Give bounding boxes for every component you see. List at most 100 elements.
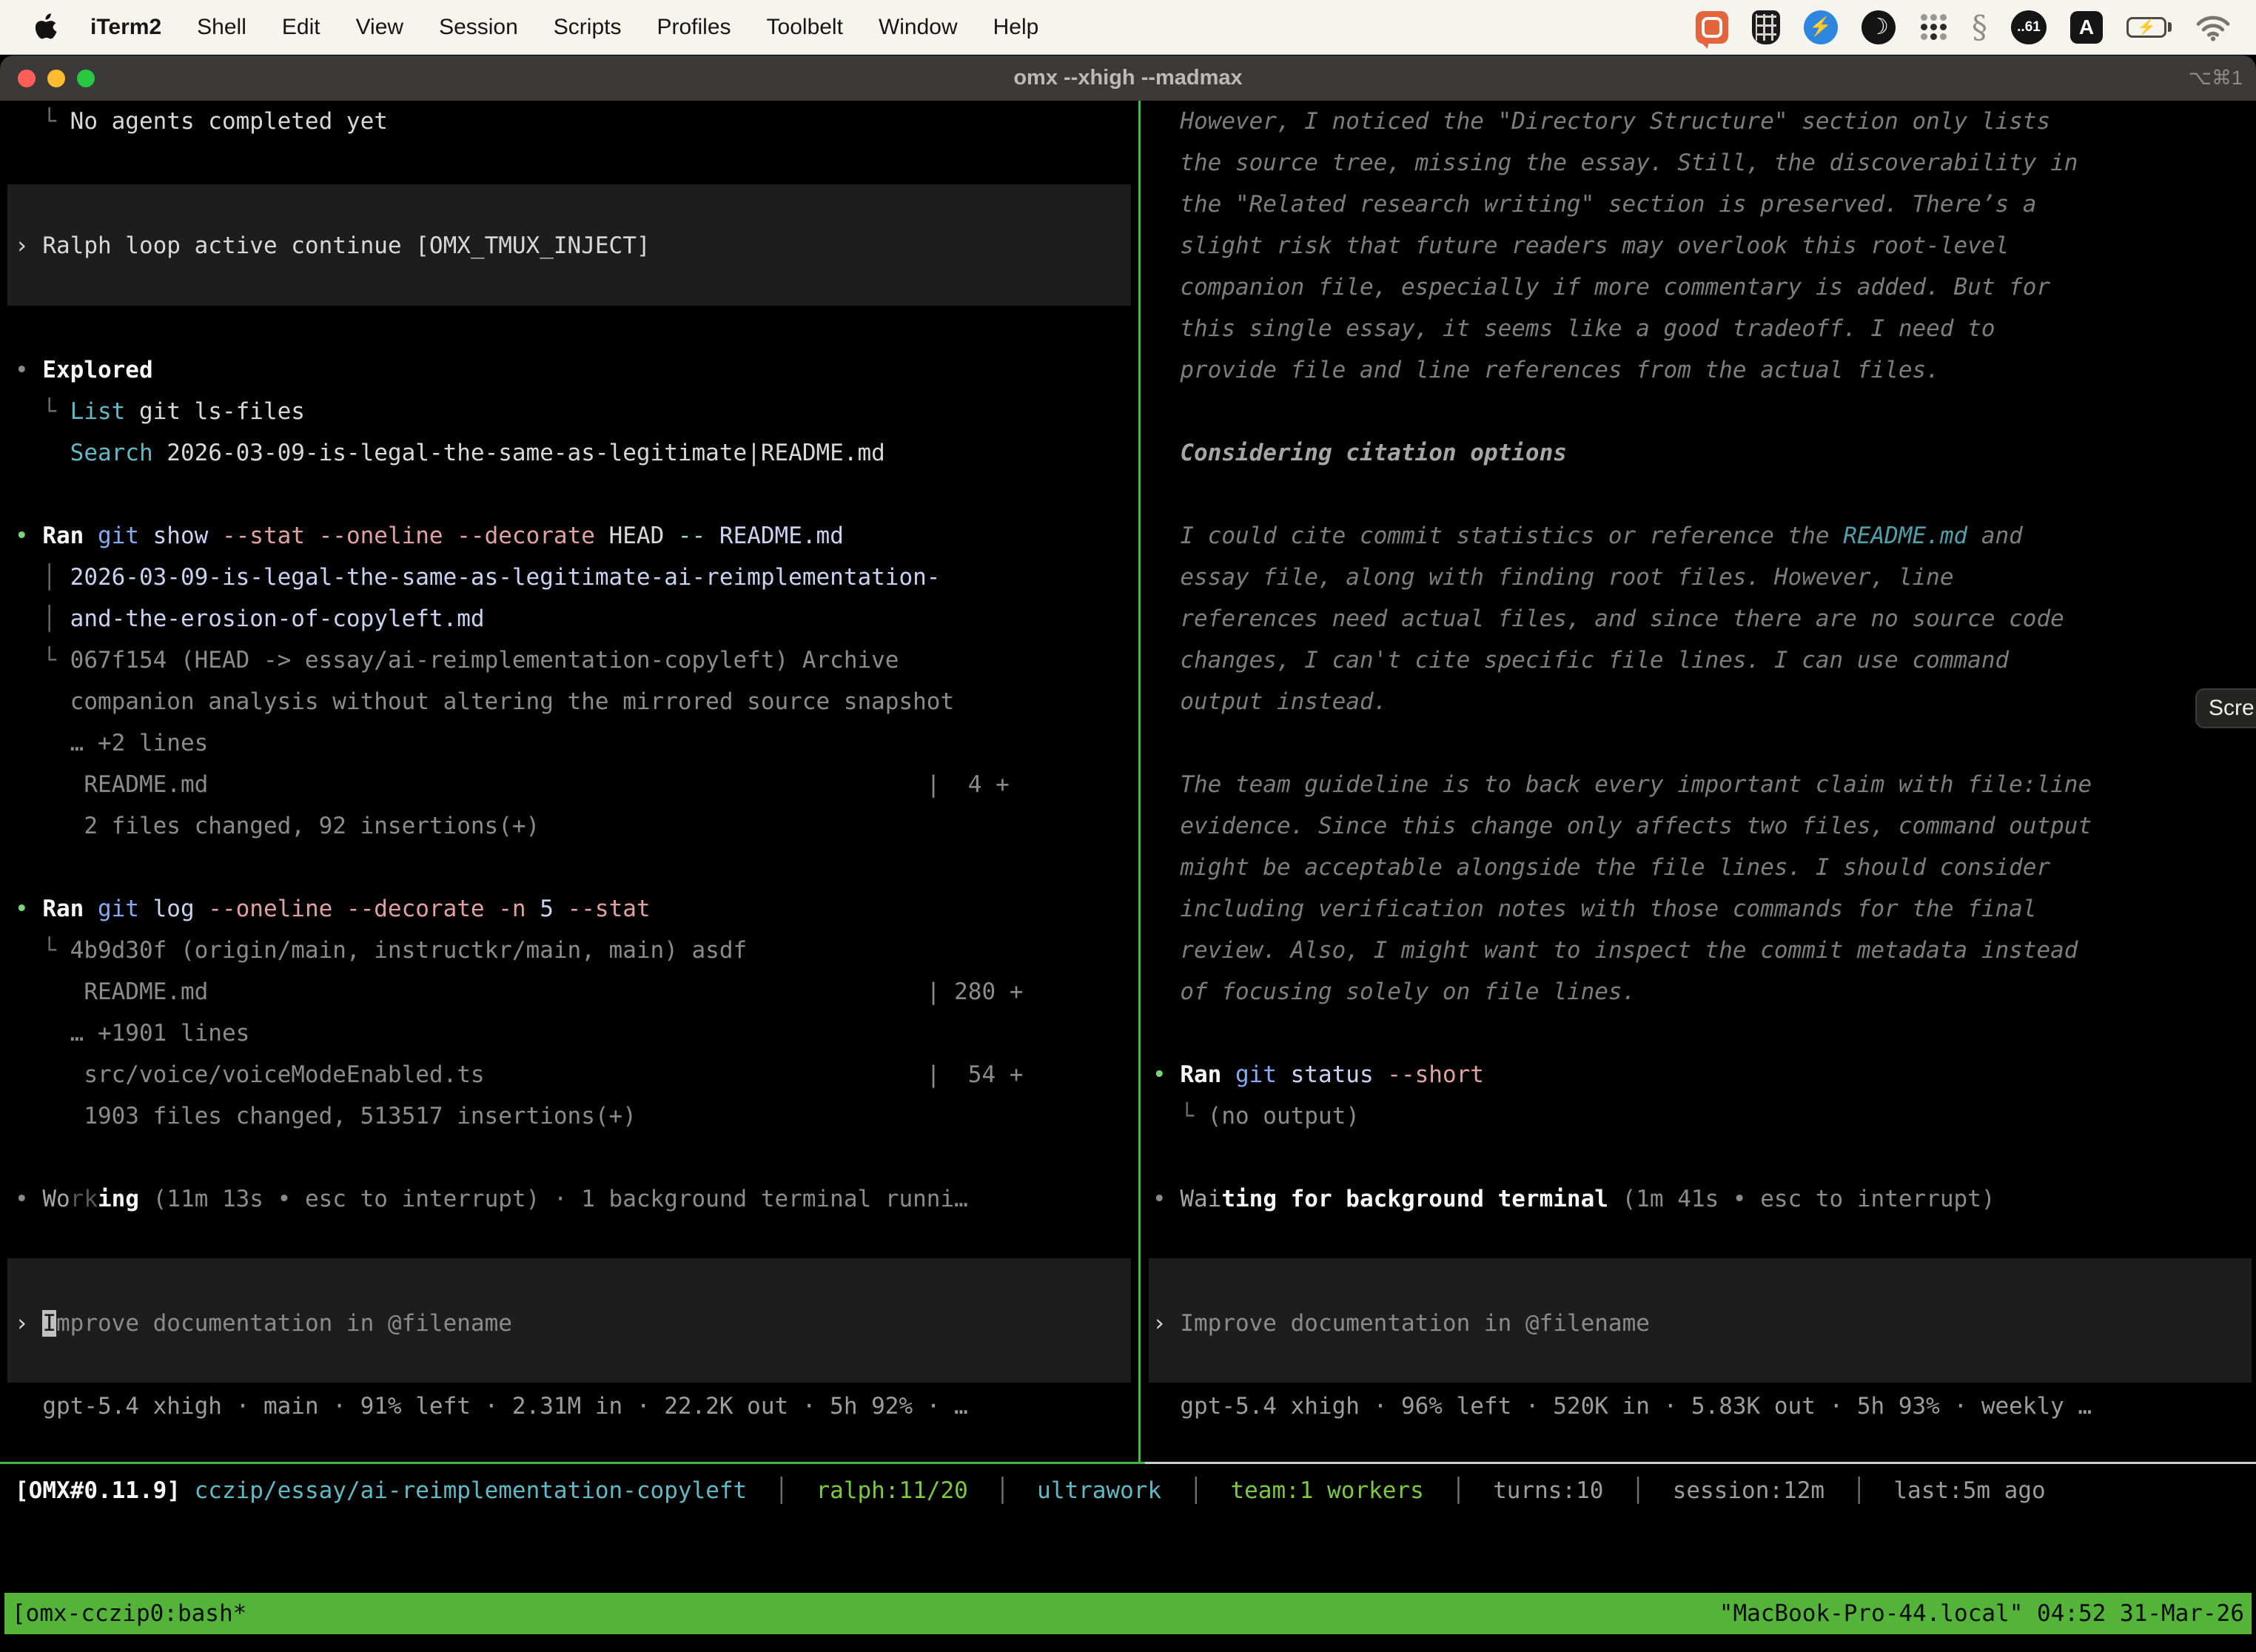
terminal-line: README.md | 4 +	[15, 764, 1134, 805]
apple-menu-icon[interactable]	[34, 13, 58, 41]
terminal-text-segment: └	[15, 398, 70, 425]
terminal-line: › Improve documentation in @filename	[15, 1303, 1134, 1344]
terminal-text-segment: ›	[1152, 1310, 1180, 1337]
terminal-line	[1152, 1137, 2252, 1178]
minimize-button[interactable]	[47, 70, 65, 87]
terminal-line: gpt-5.4 xhigh · 96% left · 520K in · 5.8…	[1152, 1386, 2252, 1427]
terminal-text-segment: HEAD	[609, 523, 678, 549]
terminal-text-segment: Explored	[42, 357, 152, 383]
terminal-text-segment: review. Also, I might want to inspect th…	[1152, 937, 2078, 964]
terminal-text-segment: (11m 13s • esc to interrupt) · 1 backgro…	[139, 1186, 968, 1212]
terminal-line: this single essay, it seems like a good …	[1152, 308, 2252, 349]
pane-border-bottom-left	[0, 1462, 1145, 1464]
terminal-line: … +1901 lines	[15, 1013, 1134, 1054]
terminal-line	[1152, 1261, 2252, 1303]
terminal-text-segment: Ran	[42, 896, 98, 922]
terminal-text-segment: Ran	[42, 523, 98, 549]
terminal-text-segment: rk	[70, 1186, 98, 1212]
menu-item-edit[interactable]: Edit	[282, 15, 320, 40]
tmux-window-tab[interactable]: [omx-cczip0:bash*	[12, 1593, 246, 1634]
terminal-text-segment: [OMX#0.11.9]	[15, 1477, 181, 1504]
menu-item-view[interactable]: View	[356, 15, 403, 40]
terminal-text-segment: slight risk that future readers may over…	[1152, 232, 2009, 259]
terminal-text-segment: Improve documentation in @filename	[1180, 1310, 1650, 1337]
terminal-text-segment: •	[15, 1186, 42, 1212]
terminal-text-segment: including verification notes with those …	[1152, 896, 2036, 922]
traffic-lights	[18, 70, 95, 87]
terminal-line: However, I noticed the "Directory Struct…	[1152, 101, 2252, 142]
terminal-text-segment: README.md	[719, 523, 844, 549]
terminal-text-segment: ›	[15, 232, 42, 259]
menu-item-profiles[interactable]: Profiles	[657, 15, 731, 40]
terminal-text-segment: │	[747, 1477, 816, 1504]
terminal-line	[15, 1137, 1134, 1178]
terminal-text-segment: The team guideline is to back every impo…	[1152, 771, 2092, 798]
terminal-line: src/voice/voiceModeEnabled.ts | 54 +	[15, 1054, 1134, 1095]
terminal-text-segment: (no output)	[1208, 1103, 1360, 1129]
window-title-bar: omx --xhigh --madmax ⌥⌘1	[0, 56, 2256, 101]
tmux-status-bar: [omx-cczip0:bash* "MacBook-Pro-44.local"…	[4, 1593, 2252, 1634]
menu-item-scripts[interactable]: Scripts	[554, 15, 622, 40]
terminal-text-segment: 5	[540, 896, 567, 922]
grid-shield-icon[interactable]	[1752, 10, 1780, 44]
terminal-line: │ 2026-03-09-is-legal-the-same-as-legiti…	[15, 557, 1134, 598]
screen-tooltip: Scre	[2195, 688, 2256, 728]
terminal-text-segment: Considering citation options	[1152, 440, 1567, 466]
menu-item-toolbelt[interactable]: Toolbelt	[767, 15, 843, 40]
terminal-line: the source tree, missing the essay. Stil…	[1152, 142, 2252, 184]
terminal-text-segment: references need actual files, and since …	[1152, 605, 2064, 632]
terminal-text-segment: •	[15, 896, 42, 922]
terminal-line: companion file, especially if more comme…	[1152, 266, 2252, 308]
terminal-text-segment: last:5m ago	[1893, 1477, 2045, 1504]
menu-item-help[interactable]: Help	[993, 15, 1039, 40]
screen-record-badge-icon[interactable]	[1696, 11, 1728, 44]
terminal-line: README.md | 280 +	[15, 971, 1134, 1013]
badge-61-icon[interactable]: ..61	[2011, 10, 2047, 44]
terminal-window: └ No agents completed yet › Ralph loop a…	[0, 101, 2256, 1652]
terminal-line: • Explored	[15, 349, 1134, 391]
pane-divider-vertical[interactable]	[1138, 101, 1141, 1464]
terminal-text-segment: provide file and line references from th…	[1152, 357, 1940, 383]
right-agent-pane[interactable]: However, I noticed the "Directory Struct…	[1152, 101, 2252, 1427]
terminal-text-segment: mprove documentation in @filename	[56, 1310, 512, 1337]
terminal-text-segment: README.md | 280 +	[15, 978, 1023, 1005]
terminal-line: … +2 lines	[15, 722, 1134, 764]
terminal-text-segment: --oneline	[319, 523, 457, 549]
terminal-text-segment: output instead.	[1152, 688, 1387, 715]
terminal-text-segment: 2 files changed, 92 insertions(+)	[15, 813, 540, 839]
terminal-line: slight risk that future readers may over…	[1152, 225, 2252, 266]
terminal-text-segment: No agents completed yet	[70, 108, 388, 135]
window-title: omx --xhigh --madmax	[0, 66, 2256, 90]
terminal-line: 2 files changed, 92 insertions(+)	[15, 805, 1134, 847]
terminal-line: └ 4b9d30f (origin/main, instructkr/main,…	[15, 930, 1134, 971]
menu-item-window[interactable]: Window	[879, 15, 958, 40]
terminal-text-segment: --stat	[568, 896, 651, 922]
terminal-text-segment: •	[15, 523, 42, 549]
left-agent-pane[interactable]: └ No agents completed yet › Ralph loop a…	[15, 101, 1134, 1427]
menu-item-shell[interactable]: Shell	[197, 15, 246, 40]
terminal-line: • Ran git log --oneline --decorate -n 5 …	[15, 888, 1134, 930]
wifi-icon[interactable]	[2195, 13, 2231, 41]
terminal-text-segment: ralph:11/20	[816, 1477, 968, 1504]
keyboard-layout-icon[interactable]: A	[2070, 11, 2103, 44]
crescent-circle-icon[interactable]: ☾	[1861, 10, 1896, 44]
tmux-host-clock: "MacBook-Pro-44.local" 04:52 31-Mar-26	[1719, 1593, 2244, 1634]
squiggle-icon[interactable]: §	[1972, 9, 1987, 45]
terminal-text-segment: git ls-files	[125, 398, 305, 425]
battery-icon[interactable]: ⚡	[2126, 17, 2172, 38]
terminal-text-segment: ›	[15, 1310, 42, 1337]
terminal-line	[15, 184, 1134, 225]
terminal-text-segment: └	[15, 937, 70, 964]
terminal-line	[15, 1261, 1134, 1303]
bolt-circle-icon[interactable]: ⚡	[1804, 10, 1838, 44]
zoom-button[interactable]	[77, 70, 95, 87]
menu-item-session[interactable]: Session	[439, 15, 518, 40]
terminal-line: of focusing solely on file lines.	[1152, 971, 2252, 1013]
terminal-line: the "Related research writing" section i…	[1152, 184, 2252, 225]
close-button[interactable]	[18, 70, 36, 87]
terminal-line: └ No agents completed yet	[15, 101, 1134, 142]
dots-grid-icon[interactable]	[1919, 13, 1948, 41]
terminal-text-segment: --oneline	[208, 896, 346, 922]
terminal-text-segment: │	[1424, 1477, 1493, 1504]
menu-item-iterm2[interactable]: iTerm2	[90, 15, 161, 40]
